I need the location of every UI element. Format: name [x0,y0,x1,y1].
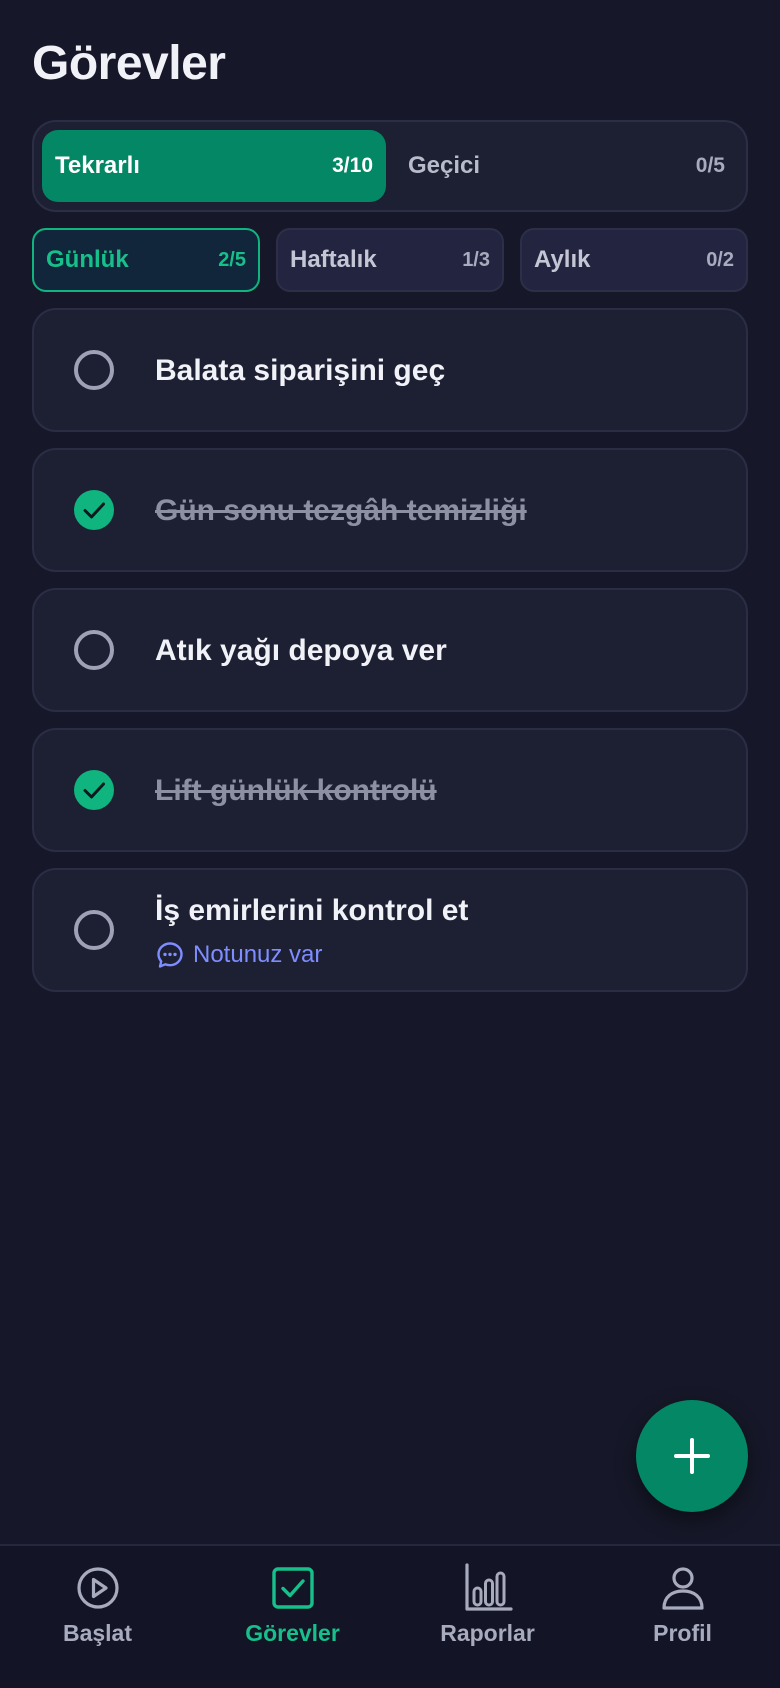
task-note[interactable]: Notunuz var [155,940,322,970]
segment-recurring-count: 3/10 [332,154,373,177]
tab-daily[interactable]: Günlük 2/5 [32,228,260,292]
checkmark-icon [83,502,105,519]
nav-item-tasks-label: Görevler [245,1620,340,1646]
task-item[interactable]: İş emirlerini kontrol et Notunuz var [32,868,748,992]
task-title: İş emirlerini kontrol et [155,894,469,927]
tab-daily-label: Günlük [46,246,129,273]
tab-monthly[interactable]: Aylık 0/2 [520,228,748,292]
task-checkbox[interactable] [74,910,114,950]
task-item[interactable]: Atık yağı depoya ver [32,588,748,712]
task-item[interactable]: Lift günlük kontrolü [32,728,748,852]
task-title: Gün sonu tezgâh temizliği [155,494,527,527]
task-checkbox[interactable] [74,630,114,670]
bottom-nav: Başlat Görevler Raporlar Profil [0,1544,780,1688]
task-checkbox-checked[interactable] [74,770,114,810]
plus-icon [674,1438,710,1474]
nav-item-reports-label: Raporlar [440,1620,535,1646]
nav-item-start-label: Başlat [62,1620,133,1646]
nav-item-tasks[interactable]: Görevler [195,1562,390,1662]
nav-item-reports[interactable]: Raporlar [390,1562,585,1662]
nav-item-profile-label: Profil [653,1620,712,1646]
task-item[interactable]: Gün sonu tezgâh temizliği [32,448,748,572]
task-title: Atık yağı depoya ver [155,634,447,667]
task-note-label: Notunuz var [193,941,323,968]
tab-monthly-count: 0/2 [706,248,734,271]
task-checkbox-checked[interactable] [74,490,114,530]
checkbox-icon [271,1567,314,1609]
tab-weekly[interactable]: Haftalık 1/3 [276,228,504,292]
tab-daily-count: 2/5 [218,248,246,271]
tab-weekly-label: Haftalık [290,246,377,273]
checkmark-icon [83,782,105,799]
nav-item-profile[interactable]: Profil [585,1562,780,1662]
nav-item-start[interactable]: Başlat [0,1562,195,1662]
task-type-segment: Tekrarlı 3/10 Geçici 0/5 [32,120,748,212]
task-title: Balata siparişini geç [155,354,446,387]
segment-temporary-count: 0/5 [695,154,725,177]
segment-recurring[interactable]: Tekrarlı 3/10 [42,130,386,202]
task-checkbox[interactable] [74,350,114,390]
segment-temporary-label: Geçici [408,152,481,179]
tab-monthly-label: Aylık [534,246,591,273]
task-title: Lift günlük kontrolü [155,774,437,807]
bar-chart-icon [464,1563,513,1611]
tab-weekly-count: 1/3 [462,248,490,271]
user-icon [661,1567,704,1610]
add-task-button[interactable] [636,1400,748,1512]
segment-recurring-label: Tekrarlı [55,152,140,179]
tasks-screen: Görevler Tekrarlı 3/10 Geçici 0/5 Günlük… [0,0,780,1688]
page-title: Görevler [32,37,226,90]
play-circle-icon [76,1567,119,1609]
task-item[interactable]: Balata siparişini geç [32,308,748,432]
chat-bubble-icon [157,942,183,968]
segment-temporary[interactable]: Geçici 0/5 [395,130,738,202]
